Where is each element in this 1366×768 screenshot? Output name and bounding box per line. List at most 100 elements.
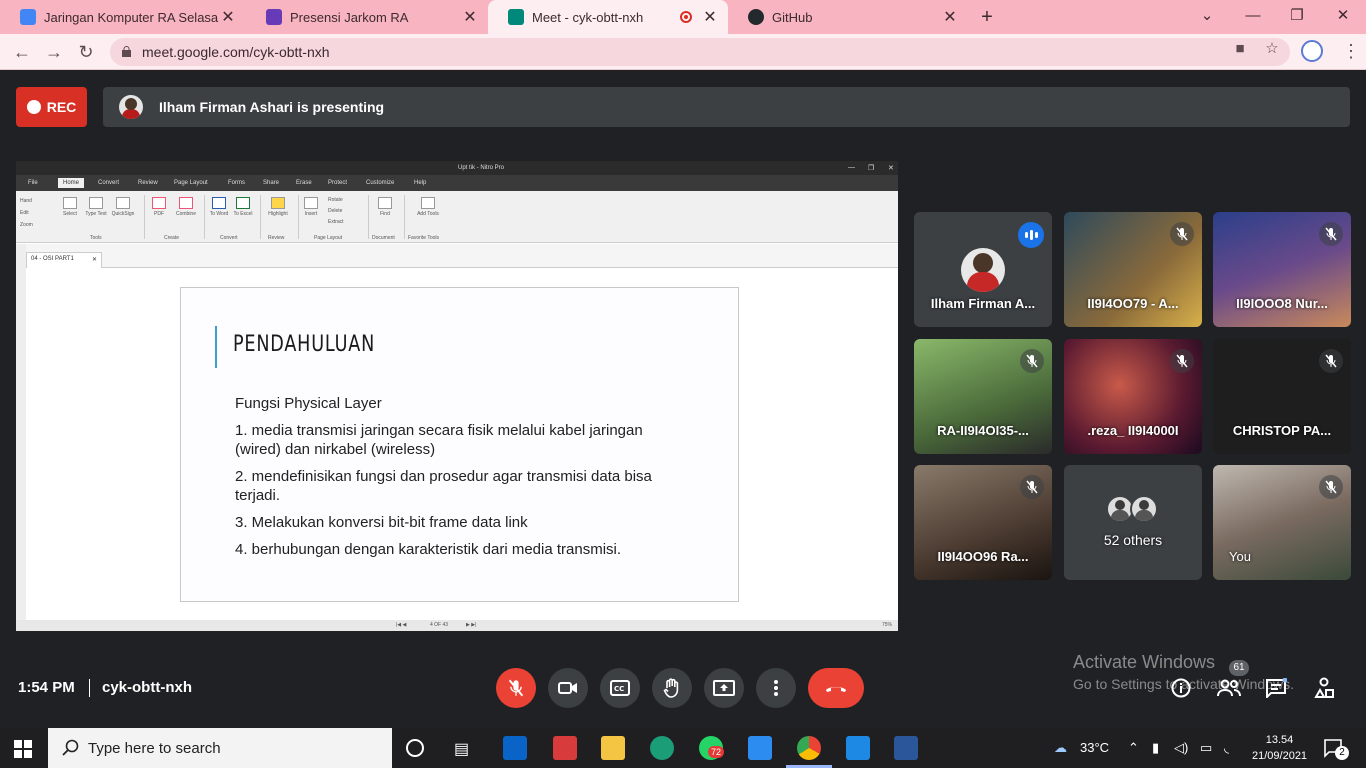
word-icon[interactable] [894, 736, 918, 760]
separator [89, 679, 90, 697]
document-tab-bar: 04 - OSI PART1 ✕ [16, 244, 898, 268]
captions-button[interactable]: CC [600, 668, 640, 708]
page-nav-icons: |◀ ◀ [396, 622, 407, 628]
tool-edit: Edit [20, 210, 29, 216]
participant-tile[interactable]: II9I4OO96 Ra... [914, 465, 1052, 580]
media-player-icon[interactable] [748, 736, 772, 760]
meeting-details-button[interactable] [1169, 676, 1193, 700]
participant-tile[interactable]: RA-II9I4OI35-... [914, 339, 1052, 454]
mic-off-icon [1319, 222, 1343, 246]
nitro-minimize: — [848, 164, 855, 171]
browser-menu-icon[interactable]: ⋮ [1342, 40, 1360, 62]
temperature[interactable]: 33°C [1080, 740, 1109, 755]
tab-title: GitHub [772, 9, 813, 25]
nitro-title-bar: Upt tik - Nitro Pro — ❐ ✕ [16, 161, 898, 175]
tab-jaringan-komputer[interactable]: Jaringan Komputer RA Selasa ✕ [0, 0, 246, 34]
raise-hand-button[interactable] [652, 668, 692, 708]
group-favorite-tools: Favorite Tools [408, 235, 440, 241]
volume-icon[interactable]: ◁) [1174, 740, 1188, 756]
windows-start-icon[interactable] [14, 740, 32, 763]
speaking-indicator-icon [1018, 222, 1044, 248]
bookmark-star-icon[interactable]: ☆ [1263, 40, 1281, 58]
mail-icon[interactable] [503, 736, 527, 760]
menu-help: Help [414, 180, 427, 186]
task-view-icon[interactable]: ▤ [454, 739, 469, 759]
reload-button[interactable]: ↻ [74, 40, 98, 64]
weather-icon[interactable]: ☁ [1054, 740, 1067, 756]
wifi-icon[interactable]: ◟ [1224, 740, 1229, 756]
tab-title: Jaringan Komputer RA Selasa [44, 9, 219, 25]
ribbon-sep [260, 195, 261, 239]
close-tab-icon[interactable]: ✕ [942, 7, 958, 27]
close-window-button[interactable]: ✕ [1323, 4, 1363, 28]
mic-toggle-button[interactable] [496, 668, 536, 708]
menu-forms: Forms [228, 180, 245, 186]
profile-avatar[interactable] [1301, 40, 1323, 62]
present-icon [713, 680, 735, 696]
leave-call-button[interactable] [808, 668, 864, 708]
participant-tile[interactable]: II9I4OO79 - A... [1064, 212, 1202, 327]
close-tab-icon[interactable]: ✕ [220, 7, 236, 27]
rb-combine: Combine [172, 197, 200, 217]
maximize-button[interactable]: ❐ [1277, 4, 1317, 28]
window-title: Upt tik - Nitro Pro [458, 165, 505, 171]
tab-meet[interactable]: Meet - cyk-obtt-nxh ✕ [488, 0, 728, 34]
camera-toggle-button[interactable] [548, 668, 588, 708]
cortana-icon[interactable] [406, 739, 424, 757]
new-tab-button[interactable]: + [976, 6, 998, 28]
chrome-icon[interactable] [797, 736, 821, 760]
more-options-button[interactable] [756, 668, 796, 708]
github-icon [748, 9, 764, 25]
people-icon [1217, 679, 1241, 697]
recording-indicator[interactable]: REC [16, 87, 87, 127]
participant-tile[interactable]: CHRISTOP PA... [1213, 339, 1351, 454]
participant-tile[interactable]: II9IOOO8 Nur... [1213, 212, 1351, 327]
present-screen-button[interactable] [704, 668, 744, 708]
forward-button[interactable]: → [42, 40, 66, 64]
classroom-icon [20, 9, 36, 25]
notification-center-icon[interactable]: 2 [1323, 738, 1349, 763]
tab-presensi[interactable]: Presensi Jarkom RA ✕ [246, 0, 488, 34]
self-tile[interactable]: You [1213, 465, 1351, 580]
menu-protect: Protect [328, 180, 348, 186]
forms-icon [266, 9, 282, 25]
taskbar-search-box[interactable]: Type here to search [48, 728, 392, 768]
tray-expand-icon[interactable]: ⌃ [1128, 740, 1139, 756]
activities-button[interactable] [1312, 676, 1336, 700]
search-icon [62, 739, 79, 756]
rec-label: REC [46, 99, 77, 115]
edge-icon[interactable] [650, 736, 674, 760]
mic-off-icon [1319, 349, 1343, 373]
tab-search-icon[interactable]: ⌄ [1187, 4, 1227, 28]
others-tile[interactable]: 52 others [1064, 465, 1202, 580]
chat-button[interactable] [1264, 676, 1288, 700]
info-icon [1171, 678, 1191, 698]
group-review: Review [268, 235, 285, 241]
omnibox[interactable]: meet.google.com/cyk-obtt-nxh [110, 38, 1290, 66]
nitro-close: ✕ [888, 165, 894, 172]
close-tab-icon[interactable]: ✕ [702, 7, 718, 27]
self-label: You [1229, 549, 1251, 564]
battery-icon[interactable]: ▭ [1200, 740, 1212, 756]
people-button[interactable] [1217, 676, 1241, 700]
participant-tile[interactable]: .reza_ II9I4000I [1064, 339, 1202, 454]
file-explorer-icon[interactable] [601, 736, 625, 760]
minimize-button[interactable]: — [1233, 4, 1273, 28]
nitro-menu-tabs: File Home Convert Review Page Layout For… [16, 175, 898, 191]
gift-app-icon[interactable] [553, 736, 577, 760]
ribbon-sep [144, 195, 145, 239]
tab-github[interactable]: GitHub ✕ [728, 0, 968, 34]
taskbar-clock[interactable]: 13.54 21/09/2021 [1252, 732, 1307, 764]
participant-tile[interactable]: Ilham Firman A... [914, 212, 1052, 327]
ribbon-sep [204, 195, 205, 239]
participant-name: II9I4OO96 Ra... [937, 549, 1029, 564]
vscode-icon[interactable] [846, 736, 870, 760]
close-tab-icon[interactable]: ✕ [462, 7, 478, 27]
microphone-tray-icon[interactable]: ▮ [1152, 740, 1159, 756]
menu-erase: Erase [296, 180, 312, 186]
shared-screen[interactable]: Upt tik - Nitro Pro — ❐ ✕ File Home Conv… [16, 161, 898, 631]
back-button[interactable]: ← [10, 40, 34, 64]
meeting-code[interactable]: cyk-obtt-nxh [102, 679, 192, 696]
recording-icon [680, 11, 692, 23]
camera-icon[interactable]: ■ [1231, 40, 1249, 58]
